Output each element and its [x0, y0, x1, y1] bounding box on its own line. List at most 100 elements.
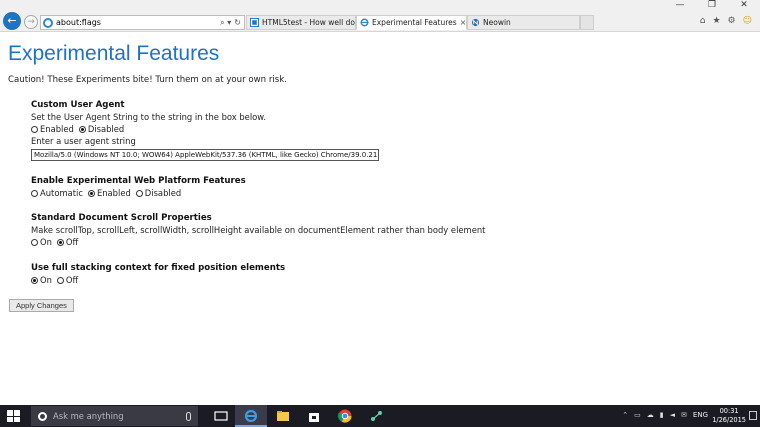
radio-button[interactable]: [31, 238, 38, 246]
user-agent-input[interactable]: Mozilla/5.0 (Windows NT 10.0; WOW64) App…: [31, 149, 379, 161]
section-title: Standard Document Scroll Properties: [31, 213, 212, 223]
tab-html5test[interactable]: HTML5test - How well does yo...: [246, 15, 356, 30]
option-label: Enabled: [40, 124, 74, 134]
chrome-icon[interactable]: [337, 408, 353, 424]
tab-neowin[interactable]: Neowin: [467, 15, 580, 30]
section-custom-user-agent: Custom User Agent Set the User Agent Str…: [31, 99, 379, 161]
page-title: Experimental Features: [8, 42, 220, 65]
arrow-left-icon: ←: [7, 14, 17, 27]
search-input[interactable]: Ask me anything: [53, 411, 186, 421]
scroll-option-off[interactable]: Off: [56, 236, 79, 248]
favorites-star-icon[interactable]: ★: [712, 16, 720, 26]
new-tab-button[interactable]: [580, 15, 594, 30]
message-icon[interactable]: ✉: [681, 411, 687, 419]
tab-label: Experimental Features: [372, 18, 457, 27]
task-view-icon[interactable]: [213, 408, 229, 424]
neowin-favicon: [471, 18, 480, 27]
ua-options: Enabled Disabled: [31, 123, 379, 135]
address-bar[interactable]: about:flags ⌕ ▾ ↻: [40, 15, 245, 30]
ewpf-option-automatic[interactable]: Automatic: [31, 187, 83, 199]
section-description: Make scrollTop, scrollLeft, scrollWidth,…: [31, 225, 486, 235]
feedback-smiley-icon[interactable]: ☺: [743, 16, 752, 26]
refresh-icon[interactable]: ↻: [234, 18, 241, 28]
section-title: Enable Experimental Web Platform Feature…: [31, 176, 246, 186]
ewpf-option-enabled[interactable]: Enabled: [87, 187, 131, 199]
internet-explorer-icon[interactable]: [243, 408, 259, 424]
section-description: Set the User Agent String to the string …: [31, 112, 267, 122]
ie-favicon: [360, 18, 369, 27]
stacking-option-off[interactable]: Off: [56, 274, 79, 286]
language-indicator[interactable]: ENG: [693, 411, 708, 419]
search-dropdown-icon[interactable]: ⌕ ▾: [220, 18, 231, 28]
volume-icon[interactable]: ◄: [670, 411, 675, 419]
radio-button[interactable]: [135, 189, 143, 197]
battery-icon[interactable]: ▭: [634, 411, 641, 419]
tab-experimental-features[interactable]: Experimental Features ×: [356, 15, 467, 30]
clock[interactable]: 00:31 1/26/2015: [712, 407, 746, 425]
radio-button[interactable]: [31, 189, 38, 197]
window-controls: — ❐ ✕: [664, 0, 760, 12]
ie-page-icon: [43, 17, 53, 28]
network-app-icon[interactable]: [369, 408, 385, 424]
windows-start-icon[interactable]: [7, 410, 20, 422]
forward-button[interactable]: →: [24, 15, 38, 29]
store-icon[interactable]: [306, 408, 322, 424]
close-window-button[interactable]: ✕: [728, 0, 760, 12]
radio-button-selected[interactable]: [78, 125, 86, 133]
onedrive-icon[interactable]: ☁: [647, 411, 654, 419]
ewpf-option-disabled[interactable]: Disabled: [135, 187, 182, 199]
address-tools: ⌕ ▾ ↻: [220, 18, 244, 28]
radio-button[interactable]: [56, 276, 64, 284]
settings-gear-icon[interactable]: ⚙: [728, 16, 736, 26]
file-explorer-icon[interactable]: [275, 408, 291, 424]
clock-date: 1/26/2015: [712, 416, 746, 424]
radio-button-selected[interactable]: [56, 238, 64, 246]
scroll-option-on[interactable]: On: [31, 236, 52, 248]
option-label: On: [40, 237, 52, 247]
stacking-option-on[interactable]: On: [31, 274, 52, 286]
cortana-icon: [38, 411, 47, 421]
ua-input-prompt: Enter a user agent string: [31, 136, 136, 146]
option-label: Disabled: [144, 188, 182, 198]
option-label: Enabled: [96, 188, 131, 198]
scroll-options: On Off: [31, 236, 485, 248]
option-label: On: [40, 275, 52, 285]
radio-button[interactable]: [31, 125, 38, 133]
clock-time: 00:31: [719, 407, 739, 415]
ua-option-enabled[interactable]: Enabled: [31, 123, 74, 135]
show-hidden-icons-icon[interactable]: ⌃: [622, 411, 628, 419]
stacking-options: On Off: [31, 274, 285, 286]
browser-toolbar-right: ⌂ ★ ⚙ ☺: [700, 16, 752, 26]
apply-changes-button[interactable]: Apply Changes: [9, 299, 74, 312]
caution-text: Caution! These Experiments bite! Turn th…: [8, 75, 287, 85]
restore-button[interactable]: ❐: [696, 0, 728, 12]
taskbar: Ask me anything ⌃ ▭ ☁ ▮ ◄ ✉ ENG 00:31 1/…: [0, 405, 760, 427]
address-input[interactable]: about:flags: [56, 18, 220, 27]
microphone-icon[interactable]: [186, 411, 191, 421]
ua-option-disabled[interactable]: Disabled: [78, 123, 125, 135]
section-title: Custom User Agent: [31, 100, 125, 110]
section-stacking-context: Use full stacking context for fixed posi…: [31, 262, 285, 286]
ewpf-options: Automatic Enabled Disabled: [31, 187, 246, 199]
option-label: Disabled: [87, 124, 125, 134]
option-label: Off: [65, 275, 79, 285]
tab-label: Neowin: [483, 18, 511, 27]
browser-chrome: — ❐ ✕ ← → about:flags ⌕ ▾ ↻ HTML5test - …: [0, 0, 760, 32]
close-tab-icon[interactable]: ×: [457, 18, 466, 27]
option-label: Off: [65, 237, 79, 247]
cortana-search-box[interactable]: Ask me anything: [31, 406, 198, 426]
system-tray: ⌃ ▭ ☁ ▮ ◄ ✉ ENG: [622, 411, 708, 419]
option-label: Automatic: [40, 188, 83, 198]
arrow-right-icon: →: [27, 17, 35, 27]
radio-button-selected[interactable]: [87, 189, 95, 197]
minimize-button[interactable]: —: [664, 0, 696, 12]
radio-button-selected[interactable]: [31, 276, 38, 284]
tab-label: HTML5test - How well does yo...: [262, 18, 355, 27]
section-scroll-properties: Standard Document Scroll Properties Make…: [31, 212, 485, 248]
home-icon[interactable]: ⌂: [700, 16, 706, 26]
page-content: Experimental Features Caution! These Exp…: [0, 32, 760, 405]
back-button[interactable]: ←: [3, 12, 21, 30]
action-center-icon[interactable]: [749, 411, 757, 420]
network-icon[interactable]: ▮: [660, 411, 664, 419]
html5test-favicon: [250, 18, 259, 27]
